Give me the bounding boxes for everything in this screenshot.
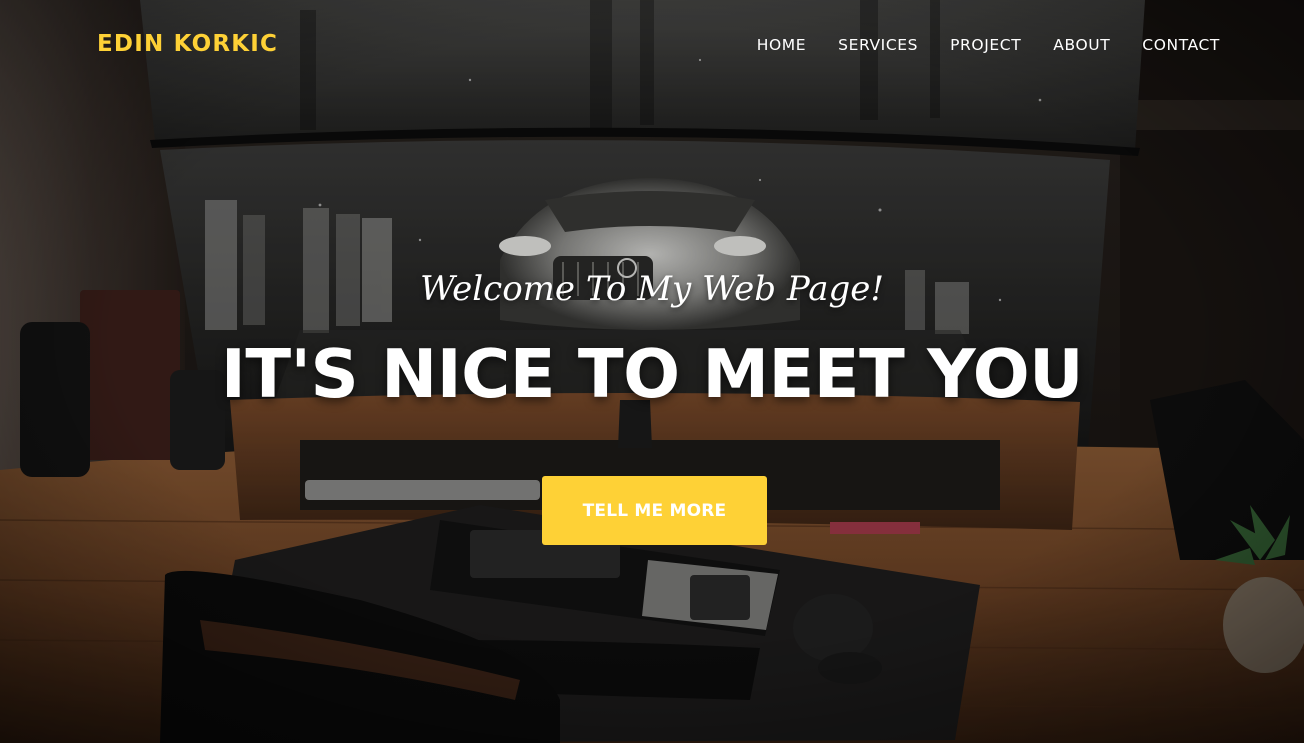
nav-item-project: PROJECT <box>934 36 1037 54</box>
tell-me-more-button[interactable]: TELL ME MORE <box>542 476 767 545</box>
nav-item-home: HOME <box>741 36 822 54</box>
nav-links: HOME SERVICES PROJECT ABOUT CONTACT <box>741 36 1220 54</box>
nav-link-services[interactable]: SERVICES <box>822 36 934 54</box>
intro-text: Welcome To My Web Page! IT'S NICE TO MEE… <box>0 262 1304 414</box>
nav-item-contact: CONTACT <box>1126 36 1220 54</box>
brand-logo[interactable]: EDIN KORKIC <box>97 31 278 57</box>
nav-link-contact[interactable]: CONTACT <box>1126 36 1220 54</box>
nav-link-project[interactable]: PROJECT <box>934 36 1037 54</box>
hero-section: EDIN KORKIC HOME SERVICES PROJECT ABOUT … <box>0 0 1304 743</box>
nav-item-about: ABOUT <box>1037 36 1126 54</box>
main-navbar: EDIN KORKIC HOME SERVICES PROJECT ABOUT … <box>0 0 1304 94</box>
intro-heading: IT'S NICE TO MEET YOU <box>220 335 1084 413</box>
nav-item-services: SERVICES <box>822 36 934 54</box>
intro-lead-in: Welcome To My Web Page! <box>419 269 885 309</box>
nav-link-about[interactable]: ABOUT <box>1037 36 1126 54</box>
nav-link-home[interactable]: HOME <box>741 36 822 54</box>
